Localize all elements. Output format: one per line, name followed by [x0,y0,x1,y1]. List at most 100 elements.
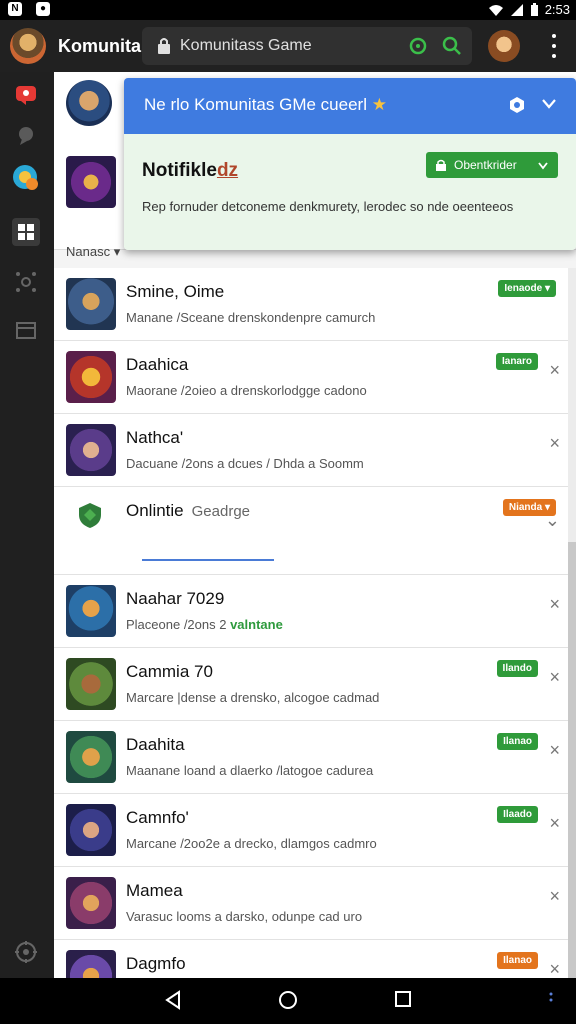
folder-rail-icon[interactable] [12,316,40,344]
item-name: Nathca' [126,428,184,447]
item-subtitle: Maanane loand a dlaerko /latogoe cadurea [126,763,374,778]
close-icon[interactable]: × [549,434,560,452]
shield-icon [76,501,104,529]
close-icon[interactable]: × [549,668,560,686]
wifi-icon [488,4,503,16]
search-bar[interactable]: Komunitass Game [142,27,472,65]
status-badge[interactable]: Ilanao [497,952,538,969]
close-icon[interactable]: × [549,814,560,832]
status-time: 2:53 [544,2,570,17]
item-subtitle: Marcare |dense a drensko, alcogoe cadmad [126,690,380,705]
signal-icon [510,3,523,16]
game-thumbnail [66,658,116,710]
network-rail-icon[interactable] [12,268,40,296]
game-thumbnail [66,278,116,330]
close-icon[interactable]: × [549,595,560,613]
item-name: Naahar 7029 [126,589,225,608]
chevron-down-icon[interactable] [542,98,556,110]
game-thumbnail [66,351,116,403]
status-badge[interactable]: Ianaro [495,353,538,370]
loading-indicator [142,559,274,561]
back-icon[interactable] [164,990,182,1010]
list-item[interactable]: DagmfoMaouane /Ceneo a deanka, drimane c… [54,940,568,978]
item-subtitle: Marcane /2oo2e a drecko, dlamgos cadmro [126,836,377,851]
system-nav-bar [0,978,576,1024]
app-avatar[interactable] [10,28,46,64]
section-label: Nanasc ▾ [66,244,121,259]
popup-body-text: Rep fornuder detconeme denkmurety, lerod… [142,199,514,214]
status-bar: N ● 2:53 [0,0,576,20]
game-thumbnail [66,804,116,856]
item-name: Daahica [126,355,189,374]
refresh-icon[interactable] [408,36,428,56]
item-subtitle: Placeone /2ons 2 valntane [126,617,283,632]
side-rail [0,72,54,978]
item-name: Mamea [126,881,183,900]
list-item[interactable]: Camnfo' Marcane /2oo2e a drecko, dlamgos … [54,794,568,867]
game-thumbnail [66,950,116,978]
item-subtitle: Dacuane /2ons a dcues / Dhda a Soomm [126,456,364,471]
item-name: Daahita [126,735,185,754]
app-bar: Komunita Komunitass Game [0,20,576,72]
list-item[interactable]: Mamea Varasuc looms a darsko, odunpe cad … [54,867,568,940]
list-item[interactable]: Nathca' Dacuane /2ons a dcues / Dhda a So… [54,414,568,487]
item-status-tag: valntane [226,617,283,632]
recents-icon[interactable] [394,990,412,1008]
user-avatar[interactable] [488,30,520,62]
close-icon[interactable]: × [549,361,560,379]
grid-rail-icon[interactable] [12,218,40,246]
lock-small-icon [436,159,446,171]
app-notification-icon: ● [36,2,50,16]
close-icon[interactable]: × [549,741,560,759]
list-item[interactable]: Daahita Maanane loand a dlaerko /latogoe … [54,721,568,794]
popup-heading: Notifikledz [142,160,239,181]
status-badge[interactable]: Ilaado [497,806,538,823]
status-badge[interactable]: Ilanao [497,733,538,750]
notification-icon: N [8,2,22,16]
lock-icon [158,38,170,54]
game-list: Smine, Oime Manane /Sceane drenskondenpre… [54,268,576,978]
item-name: Dagmfo [126,954,186,973]
close-icon[interactable]: × [549,887,560,905]
notification-rail-icon[interactable] [12,80,40,108]
app-title: Komunita [58,36,141,56]
item-name: Smine, Oime [126,282,225,301]
list-item[interactable]: Daahica Maorane /2oieo a drenskorlodgge c… [54,341,568,414]
list-item[interactable]: Naahar 7029 Placeone /2ons 2 valntane × [54,575,568,648]
close-icon[interactable]: × [549,960,560,978]
badge-icon[interactable] [508,96,526,114]
keyboard-dots-icon[interactable] [548,990,554,1008]
search-text: Komunitass Game [180,37,312,54]
game-thumbnail [66,585,116,637]
notification-popup[interactable]: Ne rlo Komunitas GMe cueerl ★ Notifikled… [124,78,576,250]
list-item[interactable]: Smine, Oime Manane /Sceane drenskondenpre… [54,268,568,341]
chevron-down-icon [538,162,548,170]
search-icon[interactable] [442,36,462,56]
chevron-down-icon[interactable]: ⌄ [545,511,560,529]
game-thumbnail [66,424,116,476]
status-badge[interactable]: Ilando [496,660,538,677]
item-status: Geadrge [191,503,251,520]
more-menu-icon[interactable] [550,34,558,58]
item-name: Camnfo' [126,808,189,827]
item-subtitle: Maorane /2oieo a drenskorlodgge cadono [126,383,367,398]
popup-title: Ne rlo Komunitas GMe cueerl ★ [144,95,387,114]
game-thumbnail [66,731,116,783]
game-thumbnail [66,877,116,929]
popup-header: Ne rlo Komunitas GMe cueerl ★ [124,78,576,134]
settings-rail-icon[interactable] [12,938,40,966]
item-name: Onlintie Geadrge [126,501,251,520]
community-avatar[interactable] [66,80,112,126]
home-icon[interactable] [278,990,298,1010]
item-subtitle: Varasuc looms a darsko, odunpe cad uro [126,909,363,924]
featured-thumbnail [66,156,116,208]
popup-body: Notifikledz Obentkrider Rep fornuder det… [124,134,576,250]
status-badge[interactable]: Ienaode ▾ [498,280,556,297]
list-item[interactable]: Onlintie Geadrge Nianda ▾ ⌄ [54,487,568,575]
list-item[interactable]: Cammia 70 Marcare |dense a drensko, alcog… [54,648,568,721]
game-rail-icon[interactable] [12,164,40,192]
chat-rail-icon[interactable] [12,122,40,150]
popup-action-button[interactable]: Obentkrider [426,152,558,178]
item-subtitle: Manane /Sceane drenskondenpre camurch [126,310,376,325]
battery-icon [530,2,538,16]
